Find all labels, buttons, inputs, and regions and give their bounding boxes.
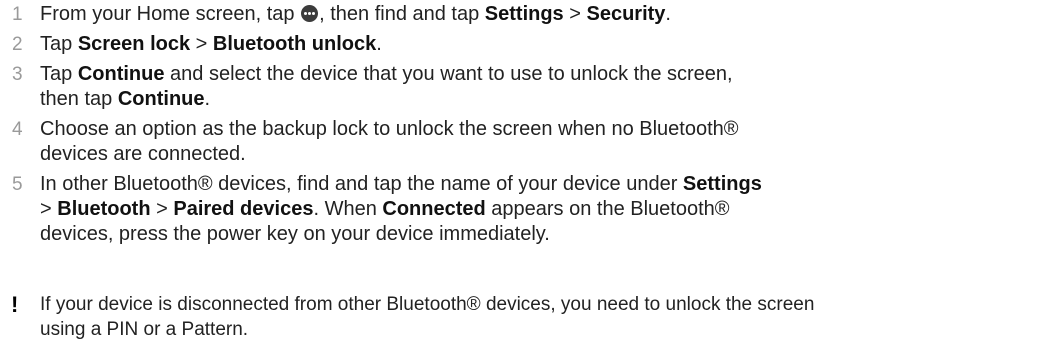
step-number: 1 [12,4,23,25]
step-number: 4 [12,119,23,140]
note-line-2: using a PIN or a Pattern. [40,319,249,340]
step-number: 2 [12,34,23,55]
instruction-steps: 1 From your Home screen, tap , then find… [0,2,1050,247]
step-text: From your Home screen, tap , then find a… [40,3,671,25]
note-callout: ! If your device is disconnected from ot… [0,292,1050,342]
step-number: 5 [12,174,23,195]
step-2: 2 Tap Screen lock > Bluetooth unlock. [0,32,1050,57]
step-number: 3 [12,64,23,85]
step-5: 5 In other Bluetooth® devices, find and … [0,172,1050,247]
step-text: Tap Screen lock > Bluetooth unlock. [40,33,382,55]
note-line-1: If your device is disconnected from othe… [40,294,815,315]
step-3: 3 Tap Continue and select the device tha… [0,62,1050,112]
step-1: 1 From your Home screen, tap , then find… [0,2,1050,27]
step-text: Tap Continue and select the device that … [40,63,733,110]
step-4: 4 Choose an option as the backup lock to… [0,117,1050,167]
apps-icon [301,5,319,22]
exclamation-icon: ! [11,292,19,317]
step-text: Choose an option as the backup lock to u… [40,118,739,165]
step-text: In other Bluetooth® devices, find and ta… [40,173,762,245]
